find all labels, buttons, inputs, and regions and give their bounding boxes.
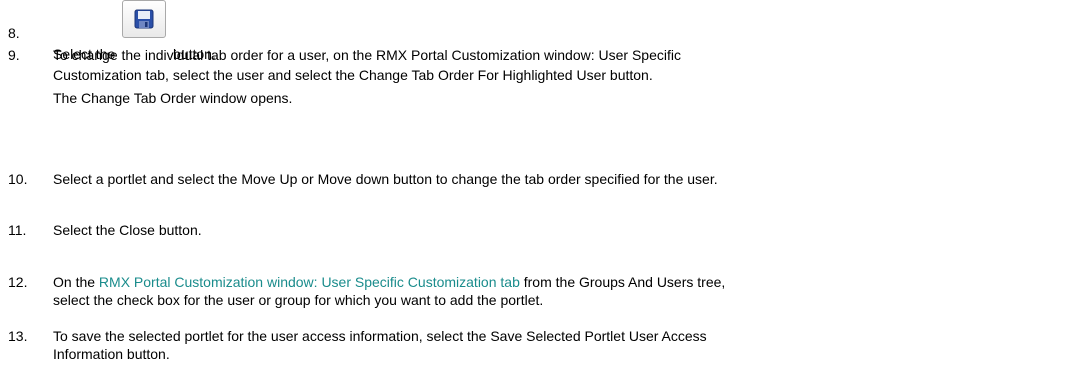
step-number: 13. [8, 328, 28, 344]
step-suffix: from the Groups And Users tree, [519, 274, 726, 290]
step-line: To change the individual tab order for a… [53, 47, 681, 63]
step-line: Select the Close button. [53, 222, 202, 238]
step-number: 8. [8, 25, 20, 41]
step-text: On the RMX Portal Customization window: … [53, 274, 1081, 309]
step-number: 10. [8, 171, 28, 187]
customization-tab-link[interactable]: RMX Portal Customization window: User Sp… [99, 274, 520, 290]
step-8: 8. Select the button. [0, 0, 1085, 62]
step-line: On the RMX Portal Customization window: … [53, 274, 1081, 291]
step-note: The Change Tab Order window opens. [53, 90, 293, 106]
step-text: Select a portlet and select the Move Up … [53, 171, 1081, 188]
step-text: Select the button. [53, 0, 1081, 62]
save-button[interactable] [122, 0, 167, 38]
save-disk-icon [134, 9, 154, 29]
step-line: select the check box for the user or gro… [53, 292, 544, 308]
step-number: 9. [8, 47, 20, 63]
step-number: 11. [8, 222, 27, 238]
step-text: To change the individual tab order for a… [53, 47, 1081, 107]
step-text: To save the selected portlet for the use… [53, 328, 1081, 363]
step-line: Select a portlet and select the Move Up … [53, 171, 718, 187]
step-line: Customization tab, select the user and s… [53, 67, 653, 83]
step-text: Select the Close button. [53, 222, 1081, 239]
step-number: 12. [8, 274, 28, 290]
step-line: To save the selected portlet for the use… [53, 328, 707, 344]
step-line: Information button. [53, 346, 170, 362]
step-prefix: On the [53, 274, 99, 290]
